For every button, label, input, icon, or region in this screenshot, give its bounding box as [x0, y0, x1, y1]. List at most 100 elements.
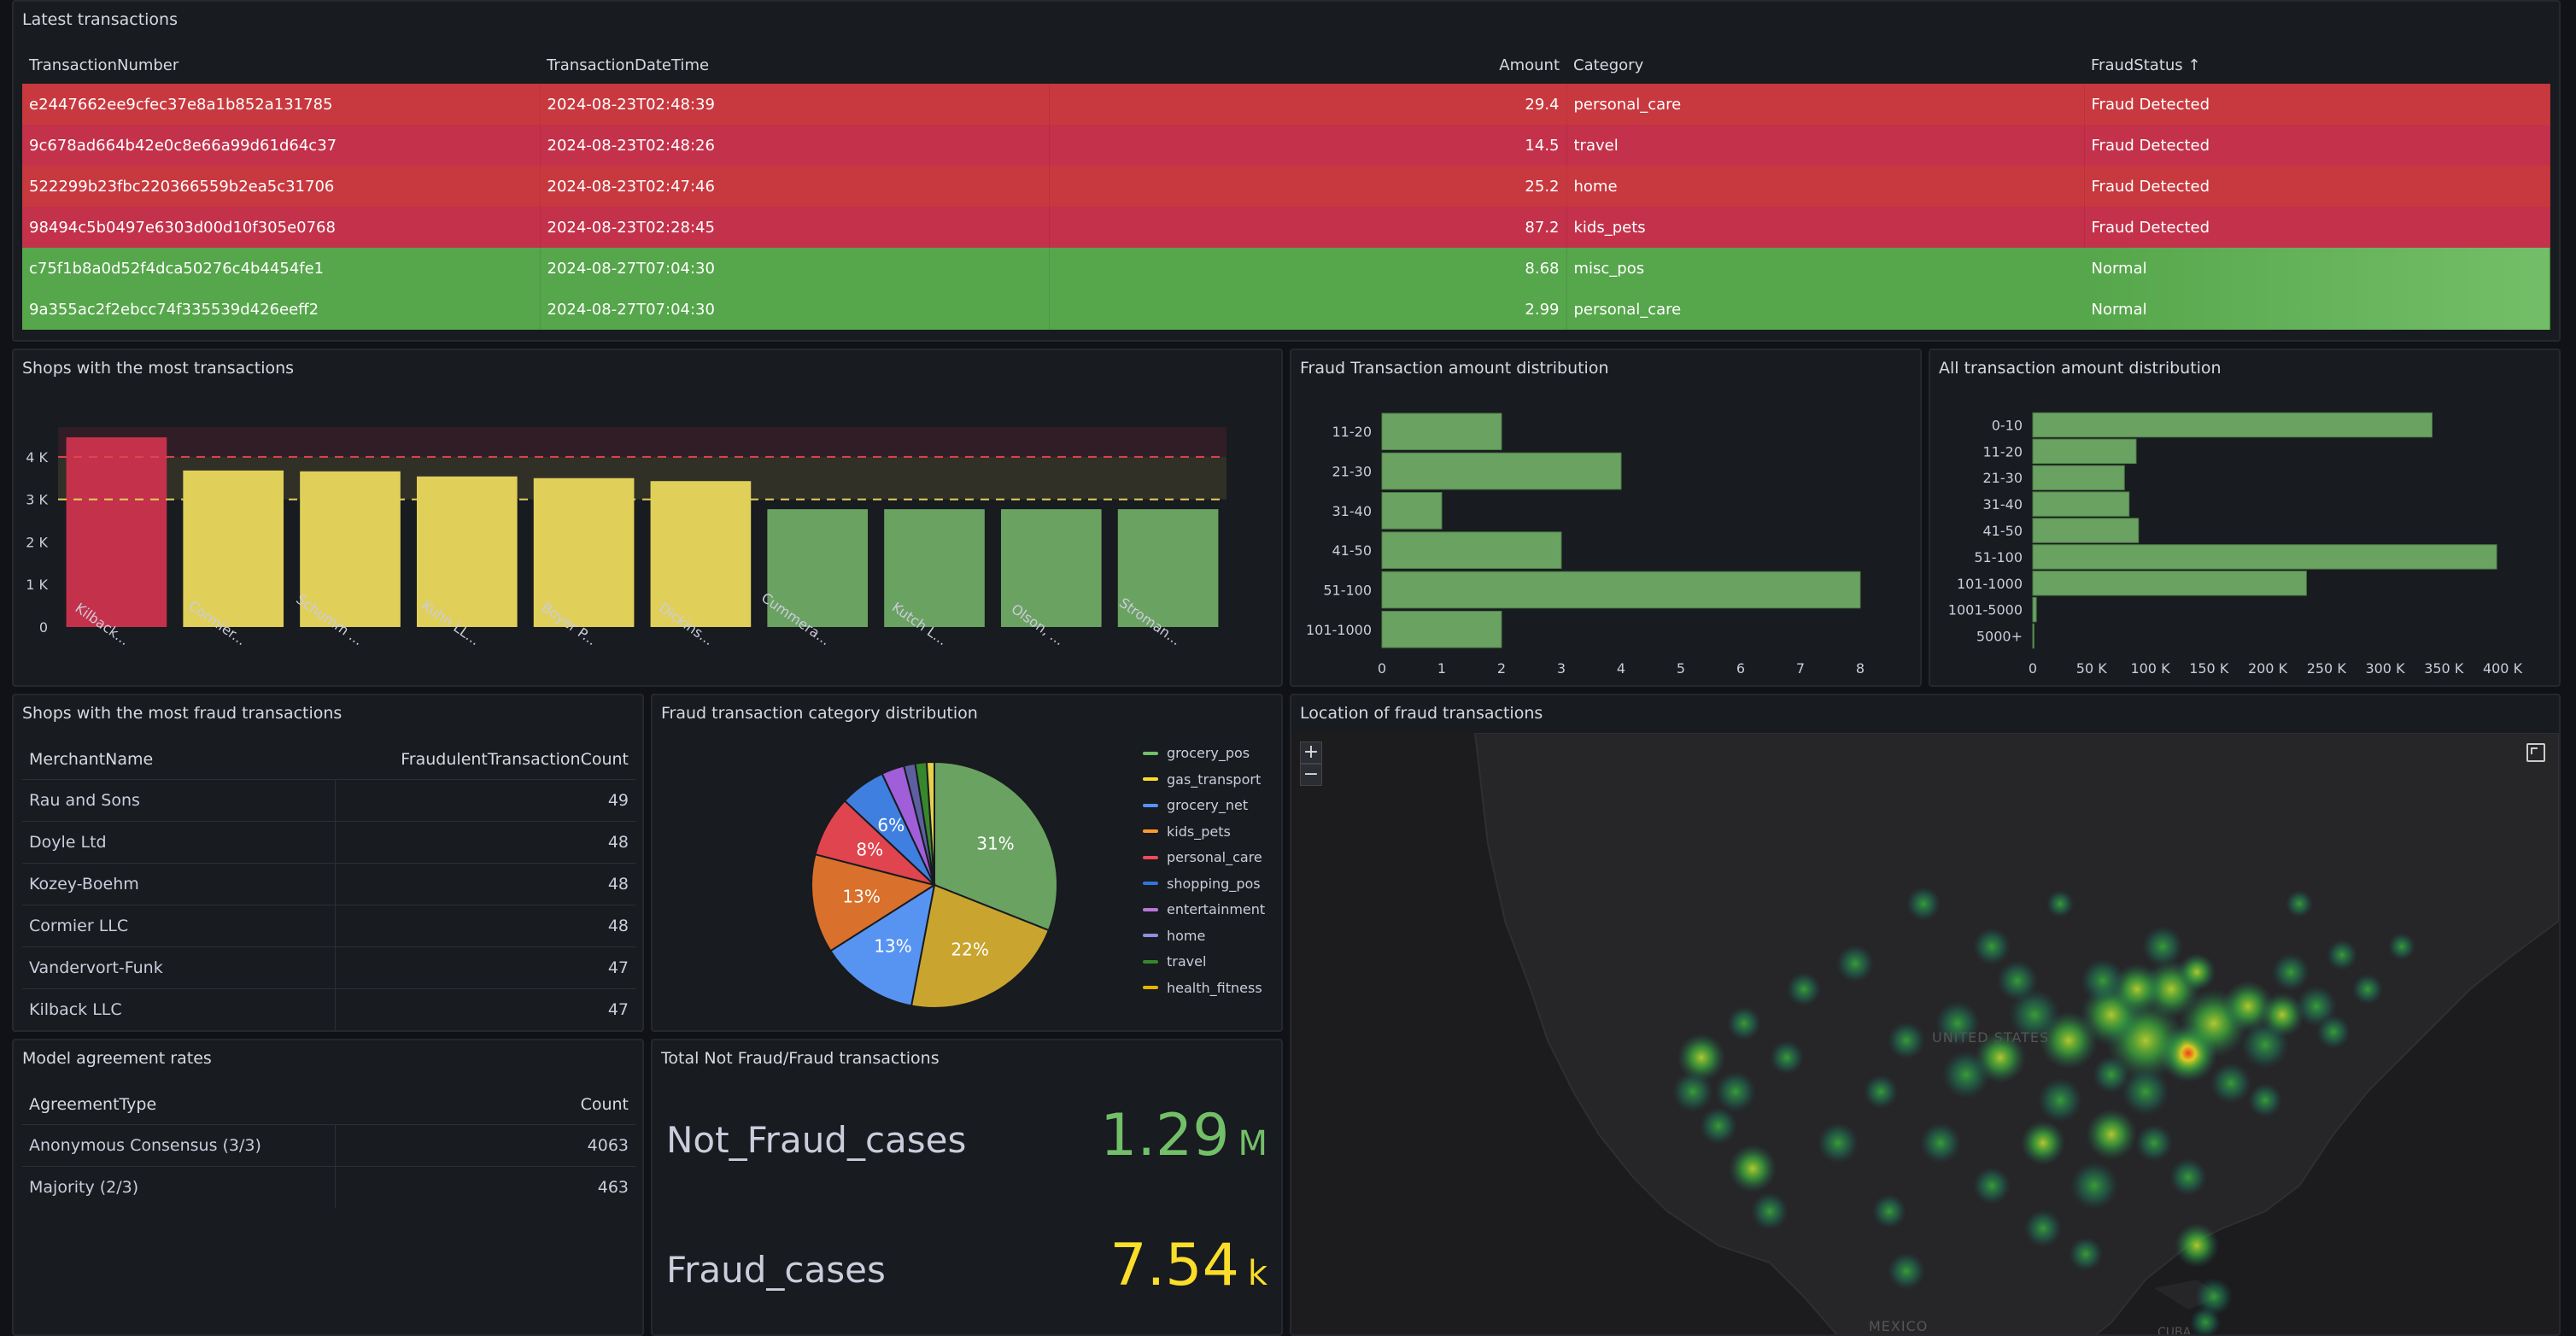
map-label-mexico: MEXICO — [1869, 1318, 1928, 1334]
heat-point — [2286, 890, 2313, 917]
map-layer-toggle-icon[interactable] — [2526, 743, 2545, 762]
bar[interactable] — [2032, 518, 2140, 543]
col-header-fraud-count[interactable]: FraudulentTransactionCount — [335, 740, 635, 780]
heat-point — [2178, 953, 2216, 991]
table-row[interactable]: Doyle Ltd 48 — [22, 821, 635, 864]
cell-merchant-name: Doyle Ltd — [22, 821, 336, 864]
panel-title: Location of fraud transactions — [1300, 704, 1543, 723]
y-tick-label: 31-40 — [1332, 503, 1373, 519]
col-header-agreement-type[interactable]: AgreementType — [22, 1085, 335, 1125]
fraud-heatmap[interactable]: UNITED STATES MEXICO CUBA — [1291, 733, 2559, 1336]
y-tick-label: 3 K — [26, 492, 48, 508]
model-agreement-panel: Model agreement rates AgreementType Coun… — [12, 1039, 644, 1336]
legend-item[interactable]: grocery_net — [1143, 797, 1248, 813]
cell-transaction-number: 522299b23fbc220366559b2ea5c31706 — [22, 166, 541, 207]
legend-item[interactable]: health_fitness — [1143, 980, 1262, 996]
legend-item[interactable]: gas_transport — [1143, 771, 1261, 788]
table-row[interactable]: Kilback LLC 47 — [22, 988, 635, 1030]
x-tick-label: 1 — [1437, 660, 1446, 677]
heat-point — [2175, 1223, 2219, 1268]
legend-label: home — [1167, 927, 1206, 944]
not-fraud-value: 1.29 M — [1100, 1102, 1268, 1169]
legend-swatch — [1143, 882, 1158, 885]
table-row[interactable]: Majority (2/3) 463 — [22, 1166, 635, 1208]
heat-point — [2038, 1078, 2082, 1122]
col-header-amount[interactable]: Amount — [1049, 46, 1566, 84]
cell-category: misc_pos — [1566, 248, 2085, 289]
y-tick-label: 41-50 — [1332, 542, 1373, 559]
table-row[interactable]: 9c678ad664b42e0c8e66a99d61d64c37 2024-08-… — [22, 125, 2550, 166]
cell-merchant-name: Vandervort-Funk — [22, 946, 336, 989]
col-header-category[interactable]: Category — [1566, 46, 2084, 84]
heat-point — [1888, 1252, 1925, 1290]
col-header-transaction-datetime[interactable]: TransactionDateTime — [540, 46, 1049, 84]
bar[interactable] — [2032, 491, 2130, 517]
x-tick-label: 100 K — [2130, 660, 2170, 677]
x-tick-label: 400 K — [2483, 660, 2523, 677]
bar[interactable] — [2032, 623, 2034, 649]
legend-item[interactable]: home — [1143, 928, 1205, 944]
y-tick-label: 1001-5000 — [1948, 602, 2023, 618]
pie-slice-label: 13% — [874, 935, 911, 956]
table-row[interactable]: 98494c5b0497e6303d00d10f305e0768 2024-08-… — [22, 207, 2550, 248]
y-tick-label: 4 K — [26, 449, 48, 466]
bar[interactable] — [1381, 452, 1622, 490]
table-row[interactable]: e2447662ee9cfec37e8a1b852a131785 2024-08-… — [22, 84, 2550, 125]
heat-point — [2081, 958, 2125, 1003]
zoom-in-button[interactable]: + — [1300, 741, 1322, 764]
heat-point — [1872, 1194, 1906, 1228]
bar[interactable] — [1381, 531, 1562, 569]
bar[interactable] — [2032, 438, 2137, 465]
legend-item[interactable]: grocery_pos — [1143, 745, 1250, 761]
col-header-fraud-status[interactable]: FraudStatus ↑ — [2084, 46, 2550, 84]
heat-point — [1906, 887, 1941, 921]
table-row[interactable]: Kozey-Boehm 48 — [22, 863, 635, 905]
heat-point — [1818, 1122, 1859, 1163]
cell-fraud-status: Fraud Detected — [2084, 166, 2550, 207]
cell-merchant-name: Kilback LLC — [22, 988, 336, 1030]
bar[interactable] — [1381, 611, 1502, 648]
y-tick-label: 51-100 — [1323, 583, 1372, 599]
legend-swatch — [1143, 855, 1158, 859]
y-tick-label: 21-30 — [1983, 470, 2023, 486]
panel-title: Shops with the most fraud transactions — [22, 704, 342, 723]
not-fraud-label: Not_Fraud_cases — [666, 1119, 967, 1161]
legend-item[interactable]: travel — [1143, 953, 1206, 970]
bar[interactable] — [2032, 465, 2125, 490]
col-header-count[interactable]: Count — [335, 1085, 635, 1125]
legend-swatch — [1143, 777, 1158, 781]
legend-label: health_fitness — [1167, 979, 1262, 996]
bar[interactable] — [1381, 492, 1443, 530]
x-tick-label: 4 — [1617, 660, 1625, 677]
legend-item[interactable]: kids_pets — [1143, 823, 1231, 840]
x-tick-label: 5 — [1677, 660, 1685, 677]
zoom-out-button[interactable]: − — [1300, 764, 1322, 786]
bar[interactable] — [2032, 412, 2433, 438]
col-header-transaction-number[interactable]: TransactionNumber — [22, 46, 540, 84]
table-row[interactable]: 522299b23fbc220366559b2ea5c31706 2024-08-… — [22, 166, 2550, 207]
map-label-cuba: CUBA — [2157, 1326, 2192, 1336]
table-row[interactable]: 9a355ac2f2ebcc74f335539d426eeff2 2024-08-… — [22, 289, 2550, 330]
heat-point — [2024, 1210, 2062, 1247]
table-row[interactable]: Vandervort-Funk 47 — [22, 946, 635, 989]
legend-item[interactable]: shopping_pos — [1143, 876, 1261, 892]
table-row[interactable]: Rau and Sons 49 — [22, 779, 635, 822]
heat-point — [1997, 960, 2038, 1001]
bar[interactable] — [2032, 544, 2497, 570]
col-header-merchant-name[interactable]: MerchantName — [22, 740, 335, 780]
bar[interactable] — [2032, 571, 2307, 596]
table-row[interactable]: c75f1b8a0d52f4dca50276c4b4454fe1 2024-08-… — [22, 248, 2550, 289]
cell-datetime: 2024-08-23T02:48:39 — [540, 84, 1050, 125]
legend-item[interactable]: personal_care — [1143, 849, 1262, 865]
bar[interactable] — [2032, 596, 2037, 623]
table-row[interactable]: Cormier LLC 48 — [22, 905, 635, 947]
cell-category: travel — [1566, 125, 2085, 166]
bar[interactable] — [1381, 413, 1502, 450]
bar[interactable] — [1381, 571, 1861, 609]
heat-point — [2169, 1158, 2207, 1196]
latest-transactions-panel: Latest transactions TransactionNumber Tr… — [12, 0, 2561, 342]
table-row[interactable]: Anonymous Consensus (3/3) 4063 — [22, 1124, 635, 1167]
heat-point — [2210, 1063, 2251, 1104]
legend-item[interactable]: entertainment — [1143, 901, 1265, 917]
cell-fraud-status: Fraud Detected — [2084, 125, 2550, 166]
